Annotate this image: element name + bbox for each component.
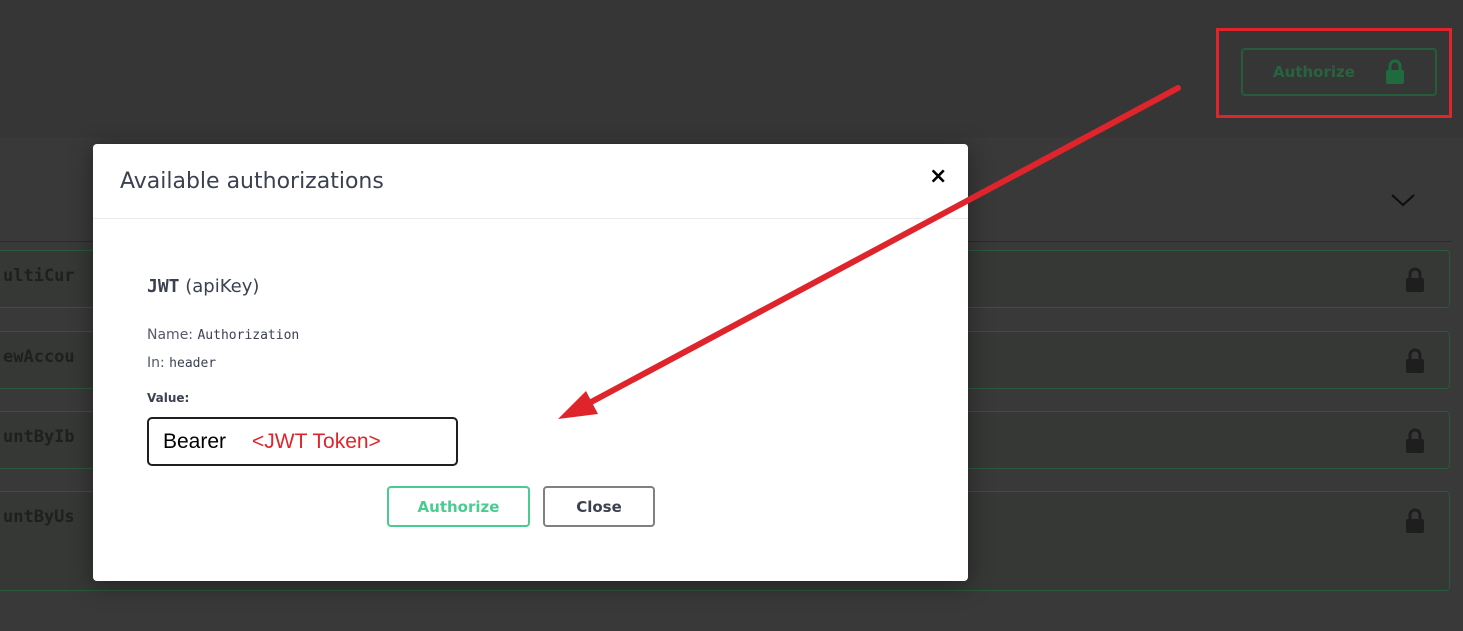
in-value: header (169, 356, 217, 371)
scheme-type: (apiKey) (185, 276, 260, 297)
scheme-name-row: Name: Authorization (147, 327, 299, 343)
lock-icon[interactable] (1405, 508, 1425, 534)
lock-icon[interactable] (1405, 428, 1425, 454)
in-label: In: (147, 355, 165, 371)
close-button[interactable]: Close (543, 486, 655, 527)
value-token-placeholder: <JWT Token> (252, 429, 381, 453)
close-icon[interactable]: × (929, 166, 947, 188)
lock-icon[interactable] (1405, 348, 1425, 374)
value-input[interactable]: Bearer <JWT Token> (147, 417, 458, 466)
scheme-title: JWT (apiKey) (147, 276, 259, 297)
lock-icon[interactable] (1405, 267, 1425, 293)
modal-title: Available authorizations (120, 169, 384, 194)
operation-path: untByUs (3, 507, 75, 527)
scheme-in-row: In: header (147, 355, 216, 371)
authorize-button[interactable]: Authorize (387, 486, 530, 527)
name-value: Authorization (197, 328, 300, 343)
value-label: Value: (147, 391, 190, 405)
operation-path: ewAccou (3, 347, 75, 367)
name-label: Name: (147, 327, 194, 343)
value-prefix: Bearer (163, 429, 227, 453)
annotation-highlight-box (1216, 28, 1452, 118)
scheme-name: JWT (147, 276, 180, 297)
operation-path: untByIb (3, 427, 75, 447)
authorizations-modal: Available authorizations × JWT (apiKey) … (93, 144, 968, 581)
operation-path: ultiCur (3, 266, 75, 286)
modal-header: Available authorizations × (93, 144, 968, 219)
chevron-down-icon[interactable] (1390, 190, 1416, 210)
